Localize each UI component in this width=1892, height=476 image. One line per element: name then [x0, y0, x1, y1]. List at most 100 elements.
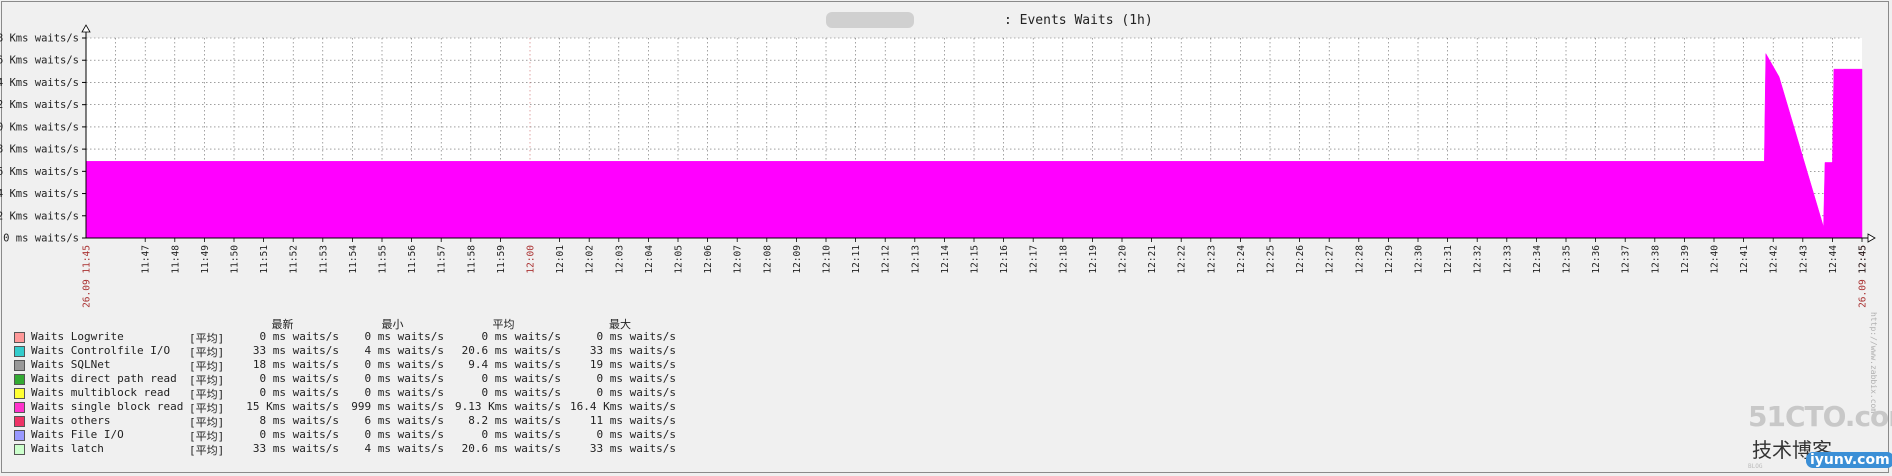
x-tick-labels: 26.09 11:45 26.09 12:4512:0011:47 11:48 11:…	[82, 238, 1869, 308]
legend-item-min: 0 ms waits/s	[364, 428, 444, 441]
x-tick-label: 12:16	[999, 245, 1010, 274]
legend-item-min: 0 ms waits/s	[364, 372, 444, 385]
x-tick-label: 12:33	[1502, 245, 1513, 274]
logo-51cto-text: 51CTO.com	[1748, 400, 1892, 433]
legend-item-max: 19 ms waits/s	[589, 358, 676, 371]
legend-item-last: 0 ms waits/s	[259, 372, 339, 385]
x-tick-label: 12:11	[851, 245, 862, 274]
x-tick-label: 12:24	[1236, 245, 1247, 274]
legend-item-last: 33 ms waits/s	[252, 344, 339, 357]
x-tick-label: 12:41	[1739, 245, 1750, 274]
site-logo: 51CTO.com 技术博客 iyunv.com BLOG	[1748, 400, 1892, 470]
legend-swatch	[14, 332, 25, 343]
legend-item-name: Waits multiblock read	[31, 386, 171, 399]
x-tick-label: 12:39	[1680, 245, 1691, 274]
legend-item-name: Waits SQLNet	[31, 358, 111, 371]
y-tick-label: 6 Kms waits/s	[0, 166, 79, 178]
legend-item-last: 0 ms waits/s	[259, 428, 339, 441]
x-tick-label: 12:18	[1058, 245, 1069, 274]
legend-item-avg: 0 ms waits/s	[481, 386, 561, 399]
y-tick-label: 8 Kms waits/s	[0, 144, 79, 156]
x-tick-label: 12:14	[940, 245, 951, 274]
x-tick-label: 12:15	[970, 245, 981, 274]
x-tick-label: 12:04	[644, 245, 655, 274]
x-tick-label: 12:22	[1177, 245, 1188, 274]
legend-item-max: 33 ms waits/s	[589, 442, 676, 455]
legend-item-min: 4 ms waits/s	[364, 344, 444, 357]
x-tick-label: 12:03	[614, 245, 625, 274]
legend-item-max: 33 ms waits/s	[589, 344, 676, 357]
legend-item-avg: 8.2 ms waits/s	[468, 414, 561, 427]
x-tick-label: 11:49	[200, 245, 211, 274]
x-tick-label: 12:36	[1591, 245, 1602, 274]
legend-swatch	[14, 430, 25, 441]
x-tick-label: 11:59	[496, 245, 507, 274]
x-tick-label: 12:37	[1621, 245, 1632, 274]
legend-swatch	[14, 388, 25, 399]
y-tick-label: 8 Kms waits/s	[0, 33, 79, 45]
x-tick-label: 12:05	[674, 245, 685, 274]
x-tick-label: 11:57	[437, 245, 448, 274]
x-tick-label: 12:13	[910, 245, 921, 274]
legend-item-max: 0 ms waits/s	[596, 386, 676, 399]
legend-item-min: 4 ms waits/s	[364, 442, 444, 455]
x-tick-label: 12:27	[1325, 245, 1336, 274]
legend-swatch	[14, 444, 25, 455]
x-tick-label: 11:56	[407, 245, 418, 274]
y-axis-arrow	[81, 24, 91, 33]
x-tick-label: 12:40	[1710, 245, 1721, 274]
x-tick-label: 12:26	[1295, 245, 1306, 274]
legend-item-max: 0 ms waits/s	[596, 372, 676, 385]
legend-item-name: Waits File I/O	[31, 428, 124, 441]
x-tick-label: 12:32	[1473, 245, 1484, 274]
x-tick-label: 11:53	[318, 245, 329, 274]
legend-item-name: Waits others	[31, 414, 111, 427]
chart-title: : Events Waits (1h)	[1004, 13, 1153, 28]
y-tick-labels: 0 ms waits/s 2 Kms waits/s 4 Kms waits/s 6 …	[0, 33, 86, 245]
y-tick-label: 2 Kms waits/s	[0, 99, 79, 111]
legend-item-min: 0 ms waits/s	[364, 386, 444, 399]
legend-item-name: Waits latch	[31, 442, 104, 455]
x-axis-arrow	[1867, 233, 1876, 243]
x-tick-label: 12:34	[1532, 245, 1543, 274]
blurred-host-name	[826, 12, 914, 28]
x-tick-label: 12:17	[1029, 245, 1040, 274]
x-tick-label: 11:47	[141, 245, 152, 274]
x-tick-label: 12:31	[1443, 245, 1454, 274]
legend-item-name: Waits direct path read	[31, 372, 177, 385]
x-tick-label: 11:50	[230, 245, 241, 274]
x-tick-label: 12:06	[703, 245, 714, 274]
legend-item-min: 6 ms waits/s	[364, 414, 444, 427]
legend-item-name: Waits Controlfile I/O	[31, 344, 171, 357]
y-tick-label: 2 Kms waits/s	[0, 210, 79, 222]
x-tick-label: 12:44	[1828, 245, 1839, 274]
x-tick-label: 11:58	[466, 245, 477, 274]
legend-item-last: 0 ms waits/s	[259, 386, 339, 399]
x-tick-label-start: 26.09 11:45	[82, 245, 93, 308]
x-tick-label: 11:55	[378, 245, 389, 274]
x-tick-label: 12:19	[1088, 245, 1099, 274]
legend-item-max: 0 ms waits/s	[596, 428, 676, 441]
logo-iyunv-text: iyunv.com	[1806, 452, 1892, 468]
legend-item-avg: 9.13 Kms waits/s	[455, 400, 561, 413]
x-tick-label: 12:20	[1118, 245, 1129, 274]
side-watermark: http://www.zabbix.com	[1869, 312, 1878, 414]
y-tick-label: 6 Kms waits/s	[0, 55, 79, 67]
legend-item-max: 0 ms waits/s	[596, 330, 676, 343]
legend-item-avg: 0 ms waits/s	[481, 372, 561, 385]
x-tick-label: 12:02	[585, 245, 596, 274]
legend-item-min: 0 ms waits/s	[364, 358, 444, 371]
x-tick-label: 12:07	[733, 245, 744, 274]
x-tick-label: 12:10	[822, 245, 833, 274]
legend-swatch	[14, 402, 25, 413]
x-tick-label: 12:38	[1650, 245, 1661, 274]
legend-item-name: Waits Logwrite	[31, 330, 124, 343]
x-tick-label: 11:51	[259, 245, 270, 274]
y-tick-label: 0 ms waits/s	[3, 233, 79, 245]
x-tick-label: 12:42	[1769, 245, 1780, 274]
x-tick-label: 12:45	[1858, 245, 1869, 274]
x-tick-label: 12:21	[1147, 245, 1158, 274]
legend-item-max: 11 ms waits/s	[589, 414, 676, 427]
x-tick-label: 12:23	[1206, 245, 1217, 274]
legend-item-avg: 20.6 ms waits/s	[461, 442, 561, 455]
